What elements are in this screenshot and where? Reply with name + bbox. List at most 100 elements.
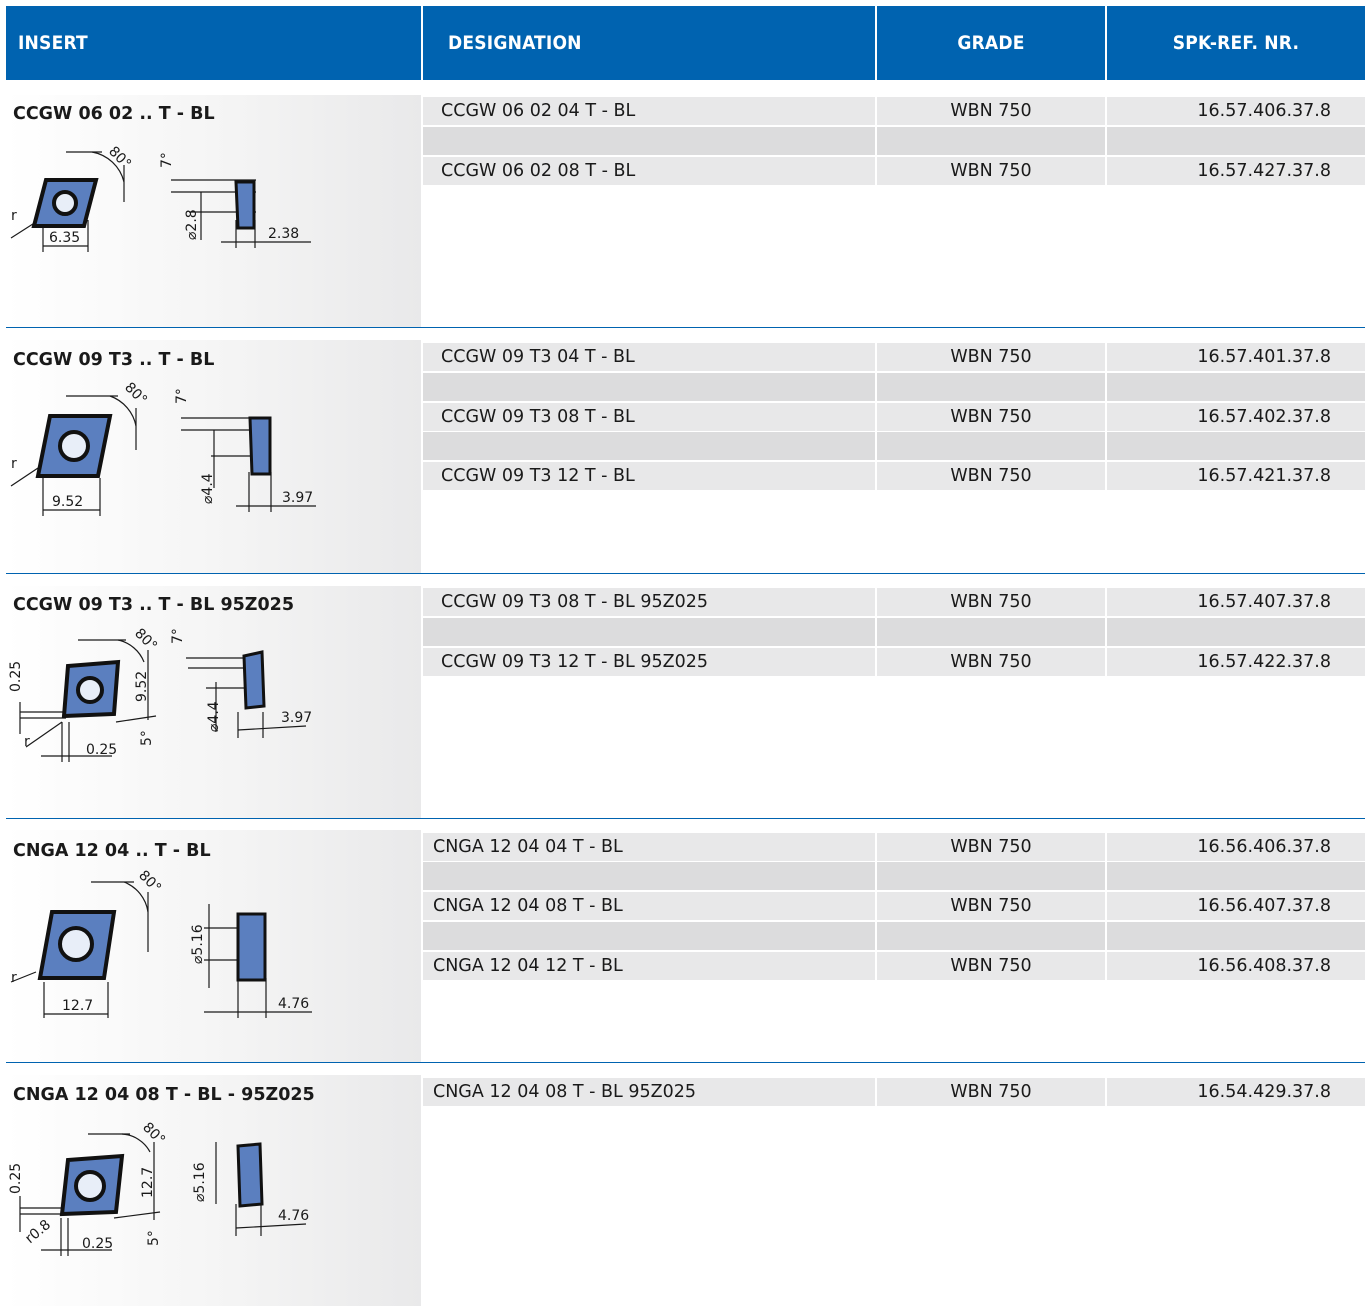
- spacer-cell: [877, 373, 1105, 401]
- spacer-cell: [1107, 862, 1365, 890]
- insert-drawing-5: 80° 12.7 0.25 0.25 5° ⌀5.16 4.76 r0.8: [8, 1120, 309, 1256]
- designation-cell: CCGW 09 T3 04 T - BL: [423, 343, 875, 371]
- header-grade: GRADE: [877, 6, 1105, 80]
- insert-drawing-2: 80° 7° ⌀4.4 9.52 3.97 r: [10, 380, 316, 516]
- ref-cell: 16.57.422.37.8: [1107, 648, 1365, 676]
- spacer-cell: [1107, 127, 1365, 155]
- ref-cell: 16.57.427.37.8: [1107, 157, 1365, 185]
- dim-hole-1: ⌀2.8: [184, 209, 200, 240]
- dim-width-5: 12.7: [140, 1167, 156, 1198]
- grade-cell: WBN 750: [877, 157, 1105, 185]
- dim-hole-5: ⌀5.16: [192, 1162, 208, 1202]
- spacer-cell: [877, 618, 1105, 646]
- ref-cell: 16.57.406.37.8: [1107, 97, 1365, 125]
- insert-title-1: CCGW 06 02 .. T - BL: [13, 104, 215, 124]
- insert-title-5: CNGA 12 04 08 T - BL - 95Z025: [13, 1085, 315, 1105]
- spacer-cell: [423, 862, 875, 890]
- dim-lead-5: 5°: [146, 1230, 162, 1246]
- designation-cell: CCGW 06 02 08 T - BL: [423, 157, 875, 185]
- insert-title-3: CCGW 09 T3 .. T - BL 95Z025: [13, 595, 295, 615]
- dim-chamfer-h-3: 0.25: [8, 661, 24, 692]
- insert-drawing-4: 80° ⌀5.16 12.7 4.76 r: [10, 868, 312, 1018]
- dim-width-3: 9.52: [134, 671, 150, 702]
- spacer-cell: [1107, 922, 1365, 950]
- dim-rake-2: 7°: [174, 388, 190, 404]
- dim-lead-3: 5°: [139, 730, 155, 746]
- spacer-cell: [423, 432, 875, 460]
- dim-r-2: r: [11, 456, 17, 472]
- spacer-cell: [877, 862, 1105, 890]
- grade-cell: WBN 750: [877, 403, 1105, 431]
- dim-angle-1: 80°: [105, 144, 134, 173]
- dim-chamfer-w-5: 0.25: [82, 1236, 113, 1252]
- dim-width-2: 9.52: [52, 494, 83, 510]
- dim-thick-5: 4.76: [278, 1208, 309, 1224]
- dim-angle-2: 80°: [121, 380, 150, 409]
- header-designation: DESIGNATION: [423, 6, 875, 80]
- dim-hole-4: ⌀5.16: [190, 924, 206, 964]
- spacer-cell: [877, 127, 1105, 155]
- ref-cell: 16.57.407.37.8: [1107, 588, 1365, 616]
- grade-cell: WBN 750: [877, 97, 1105, 125]
- ref-cell: 16.56.408.37.8: [1107, 952, 1365, 980]
- spacer-cell: [1107, 373, 1365, 401]
- spacer-cell: [423, 373, 875, 401]
- insert-title-4: CNGA 12 04 .. T - BL: [13, 841, 211, 861]
- designation-cell: CCGW 09 T3 12 T - BL 95Z025: [423, 648, 875, 676]
- dim-chamfer-w-3: 0.25: [86, 742, 117, 758]
- grade-cell: WBN 750: [877, 952, 1105, 980]
- spacer-cell: [423, 127, 875, 155]
- designation-cell: CCGW 09 T3 08 T - BL 95Z025: [423, 588, 875, 616]
- dim-r-4: r: [11, 970, 17, 986]
- designation-cell: CNGA 12 04 08 T - BL 95Z025: [423, 1078, 875, 1106]
- grade-cell: WBN 750: [877, 833, 1105, 861]
- header-ref: SPK-REF. NR.: [1107, 6, 1365, 80]
- ref-cell: 16.57.402.37.8: [1107, 403, 1365, 431]
- ref-cell: 16.56.407.37.8: [1107, 892, 1365, 920]
- dim-r-5: r0.8: [22, 1217, 54, 1247]
- spacer-cell: [877, 432, 1105, 460]
- dim-hole-3: ⌀4.4: [206, 701, 222, 732]
- grade-cell: WBN 750: [877, 588, 1105, 616]
- grade-cell: WBN 750: [877, 462, 1105, 490]
- spacer-cell: [423, 618, 875, 646]
- dim-width-4: 12.7: [62, 998, 93, 1014]
- dim-hole-2: ⌀4.4: [200, 473, 216, 504]
- dim-r-3: r: [24, 734, 30, 750]
- dim-thick-3: 3.97: [281, 710, 312, 726]
- designation-cell: CNGA 12 04 08 T - BL: [423, 892, 875, 920]
- designation-cell: CCGW 09 T3 08 T - BL: [423, 403, 875, 431]
- designation-cell: CNGA 12 04 04 T - BL: [423, 833, 875, 861]
- insert-drawing-1: 80° 7° ⌀2.8 6.35 2.38 r: [10, 144, 311, 252]
- section-divider: [6, 573, 1365, 574]
- dim-rake-1: 7°: [159, 152, 175, 168]
- grade-cell: WBN 750: [877, 1078, 1105, 1106]
- grade-cell: WBN 750: [877, 892, 1105, 920]
- insert-drawing-3: 80° 7° 9.52 0.25 0.25 5° ⌀4.4 3.97 r: [8, 626, 312, 762]
- section-divider: [6, 1062, 1365, 1063]
- dim-rake-3: 7°: [170, 628, 186, 644]
- section-divider: [6, 327, 1365, 328]
- ref-cell: 16.56.406.37.8: [1107, 833, 1365, 861]
- dim-chamfer-h-5: 0.25: [8, 1163, 24, 1194]
- ref-cell: 16.57.401.37.8: [1107, 343, 1365, 371]
- spacer-cell: [1107, 432, 1365, 460]
- spacer-cell: [877, 922, 1105, 950]
- grade-cell: WBN 750: [877, 648, 1105, 676]
- designation-cell: CNGA 12 04 12 T - BL: [423, 952, 875, 980]
- dim-width-1: 6.35: [49, 230, 80, 246]
- spacer-cell: [423, 922, 875, 950]
- ref-cell: 16.54.429.37.8: [1107, 1078, 1365, 1106]
- dim-thick-1: 2.38: [268, 226, 299, 242]
- designation-cell: CCGW 06 02 04 T - BL: [423, 97, 875, 125]
- dim-r-1: r: [11, 208, 17, 224]
- dim-thick-4: 4.76: [278, 996, 309, 1012]
- spacer-cell: [1107, 618, 1365, 646]
- section-divider: [6, 818, 1365, 819]
- designation-cell: CCGW 09 T3 12 T - BL: [423, 462, 875, 490]
- grade-cell: WBN 750: [877, 343, 1105, 371]
- dim-thick-2: 3.97: [282, 490, 313, 506]
- header-insert: INSERT: [6, 6, 421, 80]
- ref-cell: 16.57.421.37.8: [1107, 462, 1365, 490]
- insert-title-2: CCGW 09 T3 .. T - BL: [13, 350, 215, 370]
